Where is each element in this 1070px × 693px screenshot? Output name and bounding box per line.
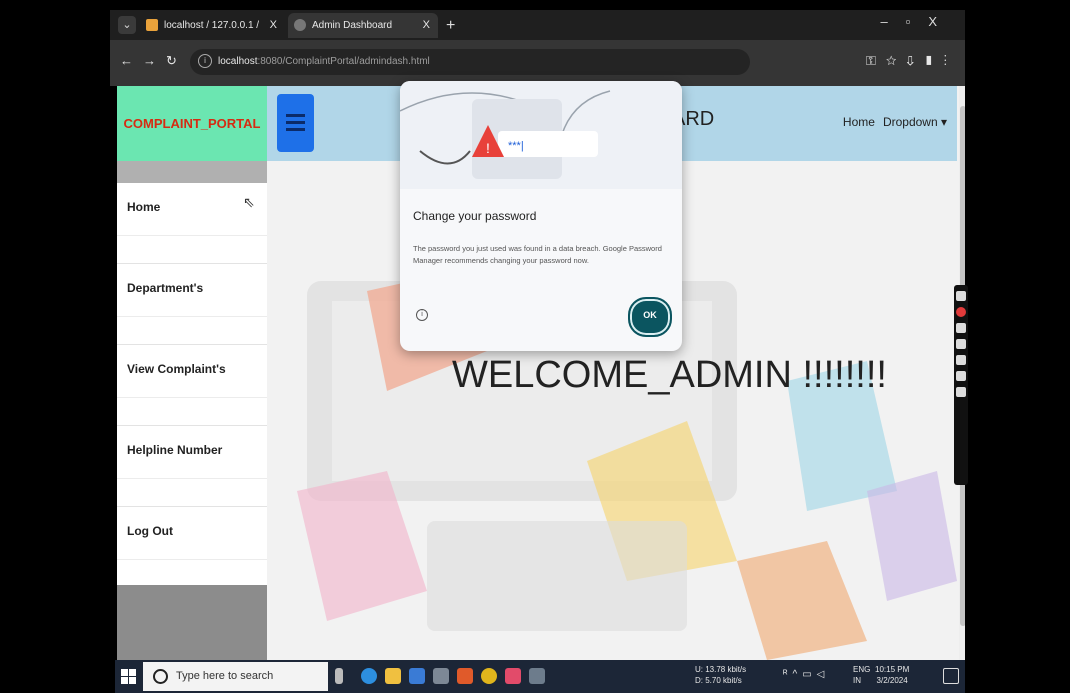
mail-icon[interactable] [409,668,425,684]
app-icon[interactable] [505,668,521,684]
region-code: IN [853,676,861,685]
app-icon-secondary[interactable] [529,668,545,684]
camera-icon[interactable] [956,291,966,301]
sidebar-item-log-out[interactable]: Log Out [117,507,267,588]
browser-tab-admin-dashboard[interactable]: Admin Dashboard X [288,13,438,38]
close-tab-icon[interactable]: X [423,13,430,38]
microphone-icon[interactable] [956,323,966,333]
speaker-icon[interactable] [956,339,966,349]
clock-time: 10:15 PM [875,665,910,674]
record-icon[interactable] [956,307,966,317]
header-dropdown-link[interactable]: Dropdown ▾ [883,115,947,129]
password-breach-dialog: ! ***| Change your password The password… [400,81,682,351]
address-path: :8080/ComplaintPortal/admindash.html [257,56,430,67]
edge-browser-icon[interactable] [361,668,377,684]
network-speed: U: 13.78 kbit/s D: 5.70 kbit/s [695,664,746,686]
info-icon[interactable]: i [416,309,428,321]
address-host: localhost [218,56,258,67]
sidebar-item-view-complaints[interactable]: View Complaint's [117,345,267,426]
site-info-icon[interactable]: i [198,54,212,69]
address-bar[interactable]: i localhost:8080/ComplaintPortal/admindas… [190,49,750,75]
browser-toolbar-icons[interactable]: ⚿☆⇩▮⋮ [866,53,957,69]
ok-button[interactable]: OK [628,297,672,337]
reload-icon[interactable]: ↻ [166,53,177,69]
tab-search-icon[interactable]: ⌄ [118,16,136,34]
close-tab-icon[interactable]: X [270,13,277,38]
mouse-cursor-icon: ⇖ [243,194,255,210]
window-icon[interactable] [956,371,966,381]
new-tab-button[interactable]: + [446,13,455,38]
phpmyadmin-favicon-icon [146,19,158,32]
forward-arrow-icon[interactable]: → [143,53,156,68]
webcam-icon[interactable] [956,355,966,365]
sidebar-item-label: View Complaint's [127,362,226,376]
globe-favicon-icon [294,19,306,32]
sidebar-item-helpline-number[interactable]: Helpline Number [117,426,267,507]
masked-password-text: ***| [508,140,524,152]
password-warning-illustration: ! ***| [400,81,682,189]
chrome-browser-icon[interactable] [481,668,497,684]
dialog-title: Change your password [413,209,537,223]
browser-tab-bar: ⌄ localhost / 127.0.0.1 / complain X Adm… [110,10,965,56]
browser-tab-phpmyadmin[interactable]: localhost / 127.0.0.1 / complain X [140,13,285,56]
store-icon[interactable] [433,668,449,684]
svg-text:!: ! [486,140,490,156]
system-tray-icons[interactable]: ᴿ^▭◁ [783,669,829,680]
screen-recorder-toolbar [954,285,968,485]
windows-taskbar: Type here to search U: 13.78 kbit/s D: 5… [115,660,965,693]
sidebar-item-label: Home [127,200,161,214]
browser-nav-bar: ← → ↻ i localhost:8080/ComplaintPortal/ad… [110,40,965,86]
hamburger-menu-icon[interactable] [277,94,314,152]
taskbar-clock[interactable]: 10:15 PM 3/2/2024 [875,664,909,686]
dialog-body: The password you just used was found in … [413,244,662,265]
file-explorer-icon[interactable] [385,668,401,684]
tab-label: Admin Dashboard [312,20,393,31]
welcome-heading: WELCOME_ADMIN !!!!!!!! [452,354,887,396]
clock-date: 3/2/2024 [876,676,908,685]
settings-gear-icon[interactable] [956,387,966,397]
back-arrow-icon[interactable]: ← [120,53,133,68]
window-controls[interactable]: –▫X [880,14,955,29]
download-speed: D: 5.70 kbit/s [695,676,742,685]
sidebar-top-band [117,161,267,183]
sidebar: Home Department's View Complaint's Helpl… [117,161,267,660]
sidebar-item-label: Log Out [127,524,173,538]
windows-start-icon[interactable] [121,669,137,685]
sidebar-bottom-band [117,585,267,660]
language-code: ENG [853,665,871,674]
brand-logo[interactable]: COMPLAINT_PORTAL [117,86,267,161]
search-ring-icon [153,668,168,684]
sidebar-item-label: Helpline Number [127,443,223,457]
header-nav: Home Dropdown ▾ [835,115,947,129]
sidebar-item-departments[interactable]: Department's [117,264,267,345]
upload-speed: U: 13.78 kbit/s [695,665,747,674]
brave-browser-icon[interactable] [457,668,473,684]
header-home-link[interactable]: Home [843,115,875,129]
search-placeholder: Type here to search [176,670,274,682]
microphone-taskbar-icon[interactable] [335,668,343,684]
taskbar-search-box[interactable]: Type here to search [143,662,328,691]
language-indicator[interactable]: ENG IN [853,664,870,686]
notification-icon[interactable] [943,668,959,684]
sidebar-item-label: Department's [127,281,204,295]
